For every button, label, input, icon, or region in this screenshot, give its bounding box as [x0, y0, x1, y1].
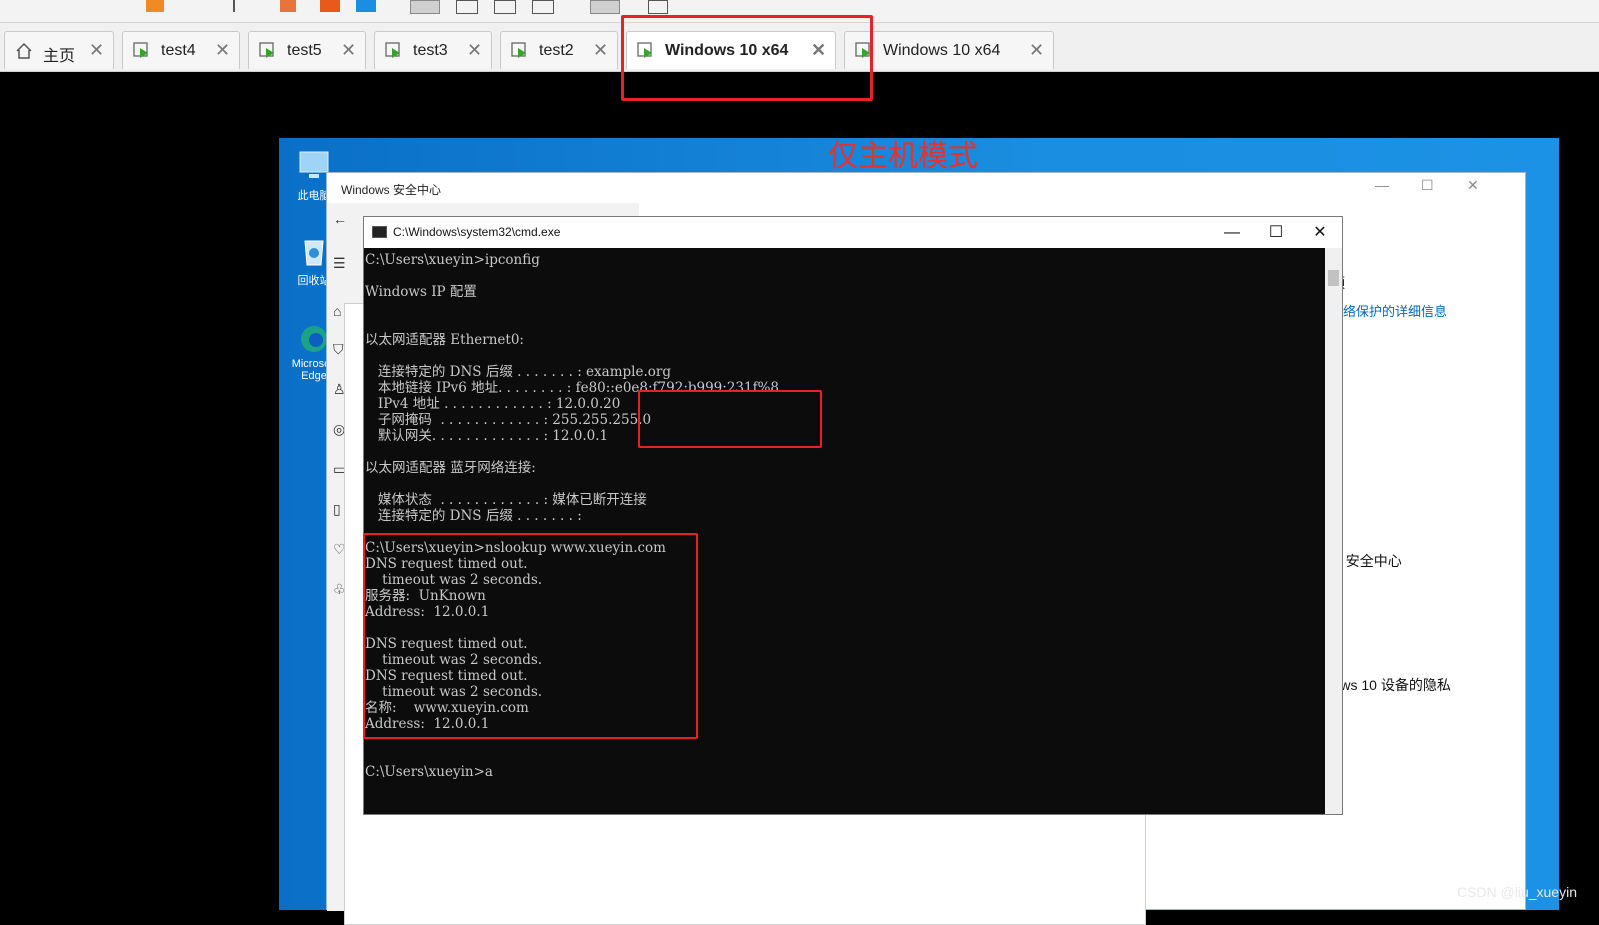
scrollbar-thumb[interactable] — [1328, 270, 1339, 286]
tab-home[interactable]: 主页 ✕ — [4, 31, 114, 69]
tab-test2[interactable]: test2 ✕ — [500, 31, 618, 69]
view-stretch-icon[interactable] — [532, 0, 554, 14]
power-icon[interactable] — [233, 0, 245, 12]
terminal-line: 子网掩码 . . . . . . . . . . . . : 255.255.2… — [365, 412, 652, 428]
tab-label: test5 — [287, 42, 322, 59]
close-button[interactable]: ✕ — [1467, 177, 1479, 194]
terminal-line: C:\Users\xueyin>a — [365, 764, 493, 780]
maximize-button[interactable]: ☐ — [1421, 177, 1434, 194]
tab-label: test2 — [539, 42, 574, 59]
tab-test5[interactable]: test5 ✕ — [248, 31, 366, 69]
close-icon[interactable]: ✕ — [215, 40, 230, 60]
window-title: Windows 安全中心 — [341, 183, 442, 197]
close-icon[interactable]: ✕ — [89, 40, 104, 60]
tab-label: test4 — [161, 42, 196, 59]
close-icon[interactable]: ✕ — [467, 40, 482, 60]
annotation-box-nslookup — [363, 533, 698, 739]
vm-icon — [385, 42, 400, 58]
snapshot-icon[interactable] — [320, 0, 340, 12]
device-security-icon[interactable]: ▯ — [333, 501, 341, 518]
terminal-line: Windows IP 配置 — [365, 284, 477, 300]
terminal-line: 连接特定的 DNS 后缀 . . . . . . . : — [365, 508, 582, 524]
close-icon[interactable]: ✕ — [593, 40, 608, 60]
home-icon — [16, 42, 32, 59]
cmd-titlebar[interactable]: C:\Windows\system32\cmd.exe — ☐ ✕ — [364, 217, 1342, 248]
view-unity-icon[interactable] — [494, 0, 516, 14]
annotation-box-active-tab — [621, 15, 873, 101]
cmd-icon — [372, 226, 387, 238]
vm-icon — [259, 42, 274, 58]
home-icon[interactable]: ⌂ — [333, 303, 341, 319]
terminal-line: 默认网关. . . . . . . . . . . . . : 12.0.0.1 — [365, 428, 609, 444]
menu-icon[interactable]: ☰ — [333, 255, 346, 272]
view-fullscreen-icon[interactable] — [456, 0, 478, 14]
terminal-line: C:\Users\xueyin>ipconfig — [365, 252, 540, 268]
close-button[interactable]: ✕ — [1298, 219, 1342, 247]
tab-windows-10-x64[interactable]: Windows 10 x64 ✕ — [844, 31, 1054, 69]
terminal-line: 以太网适配器 蓝牙网络连接: — [365, 460, 536, 476]
close-icon[interactable]: ✕ — [341, 40, 356, 60]
tab-test4[interactable]: test4 ✕ — [122, 31, 240, 69]
recycle-bin-icon — [304, 240, 324, 266]
pause-icon[interactable] — [146, 0, 164, 12]
minimize-button[interactable]: — — [1375, 177, 1389, 193]
close-icon[interactable]: ✕ — [1029, 40, 1044, 60]
manage-snapshot-icon[interactable] — [356, 0, 376, 12]
vm-icon — [133, 42, 148, 58]
tab-test3[interactable]: test3 ✕ — [374, 31, 492, 69]
minimize-button[interactable]: — — [1210, 219, 1254, 247]
library-icon[interactable] — [648, 0, 668, 14]
console-view-icon[interactable] — [590, 0, 620, 14]
vm-icon — [511, 42, 526, 58]
view-normal-icon[interactable] — [410, 0, 440, 14]
watermark: CSDN @liu_xueyin — [1456, 884, 1577, 900]
terminal-line: 以太网适配器 Ethernet0: — [365, 332, 524, 348]
tab-label: Windows 10 x64 — [883, 42, 1001, 59]
cmd-scrollbar[interactable] — [1325, 248, 1342, 814]
back-arrow-icon[interactable]: ← — [333, 211, 347, 227]
host-only-mode-annotation: 仅主机模式 — [828, 139, 978, 174]
maximize-button[interactable]: ☐ — [1254, 219, 1298, 247]
terminal-line: 媒体状态 . . . . . . . . . . . . : 媒体已断开连接 — [365, 492, 647, 508]
annotation-box-ip-config — [638, 390, 822, 448]
revert-icon[interactable] — [280, 0, 296, 12]
cmd-title: C:\Windows\system32\cmd.exe — [393, 225, 561, 239]
terminal-line: 连接特定的 DNS 后缀 . . . . . . . : example.org — [365, 364, 671, 380]
terminal-line: IPv4 地址 . . . . . . . . . . . . : 12.0.0… — [365, 396, 621, 412]
tab-label: 主页 — [43, 48, 76, 65]
shield-icon[interactable]: ⛉ — [333, 341, 344, 358]
tab-label: test3 — [413, 42, 448, 59]
